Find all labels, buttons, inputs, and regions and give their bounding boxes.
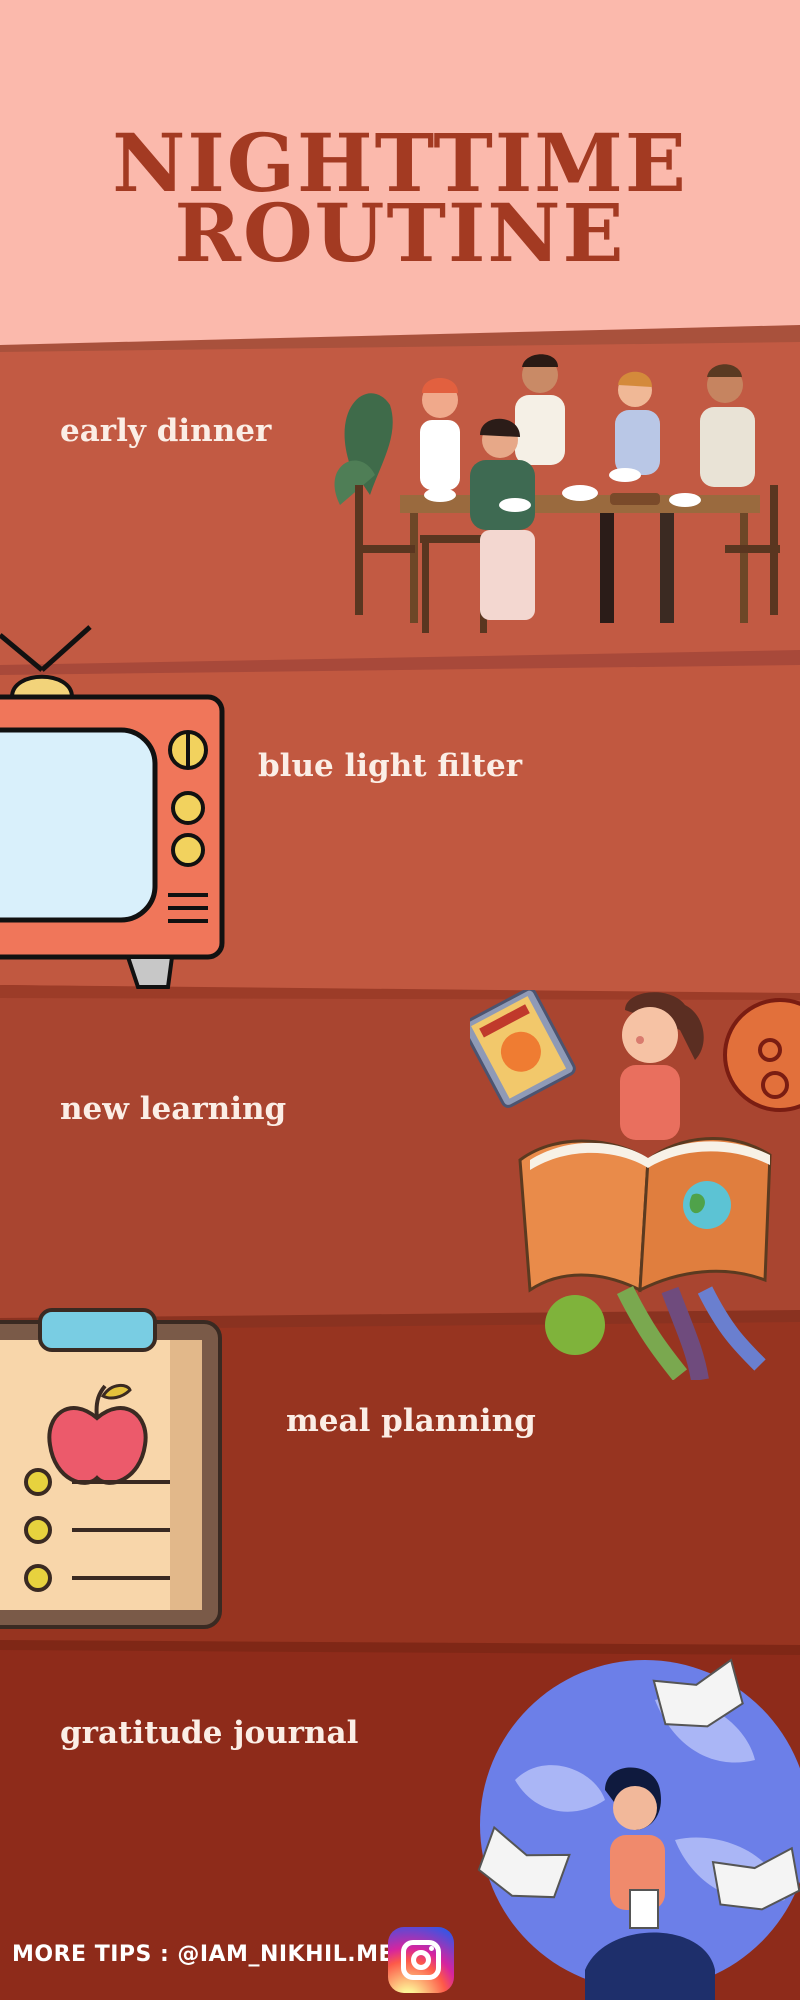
section-label-blue-light-filter: blue light filter	[258, 748, 523, 784]
friends-dining-illustration	[334, 354, 780, 633]
girl-reading-book-illustration	[470, 990, 800, 1380]
woman-writing-globe-illustration	[477, 1658, 800, 2000]
infographic-page: NIGHTTIME ROUTINE early dinner blue ligh…	[0, 0, 800, 2000]
instagram-icon[interactable]	[388, 1927, 454, 1993]
clipboard-apple-checklist-icon	[0, 1308, 222, 1629]
section-label-gratitude-journal: gratitude journal	[60, 1715, 359, 1751]
section-label-new-learning: new learning	[60, 1091, 287, 1127]
footer-prefix: MORE TIPS :	[12, 1942, 170, 1967]
section-label-meal-planning: meal planning	[286, 1403, 536, 1439]
page-title: NIGHTTIME ROUTINE	[0, 123, 800, 273]
retro-tv-icon	[0, 625, 225, 989]
section-label-early-dinner: early dinner	[60, 413, 272, 449]
